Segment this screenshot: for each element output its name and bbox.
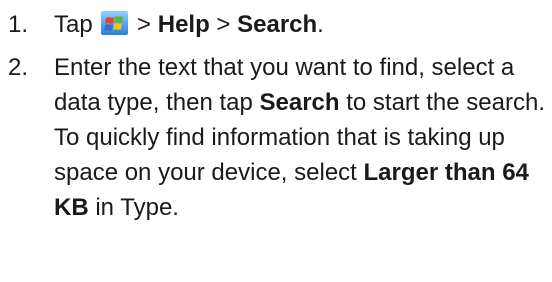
- windows-start-flag-icon: [101, 11, 129, 35]
- step-1: 1. Tap > Help > Search.: [8, 7, 548, 42]
- step-number: 2.: [8, 54, 29, 81]
- period: .: [317, 11, 324, 38]
- search-label: Search: [259, 89, 340, 116]
- search-label: Search: [237, 11, 318, 38]
- step-text-part: in Type.: [95, 194, 179, 221]
- step-number: 1.: [8, 11, 29, 38]
- help-label: Help: [157, 11, 210, 38]
- separator: >: [216, 11, 231, 38]
- instruction-steps: 1. Tap > Help > Search. 2. Enter the tex…: [8, 7, 548, 225]
- separator: >: [137, 11, 152, 38]
- step-2: 2. Enter the text that you want to find,…: [8, 50, 548, 225]
- tap-text: Tap: [54, 11, 93, 38]
